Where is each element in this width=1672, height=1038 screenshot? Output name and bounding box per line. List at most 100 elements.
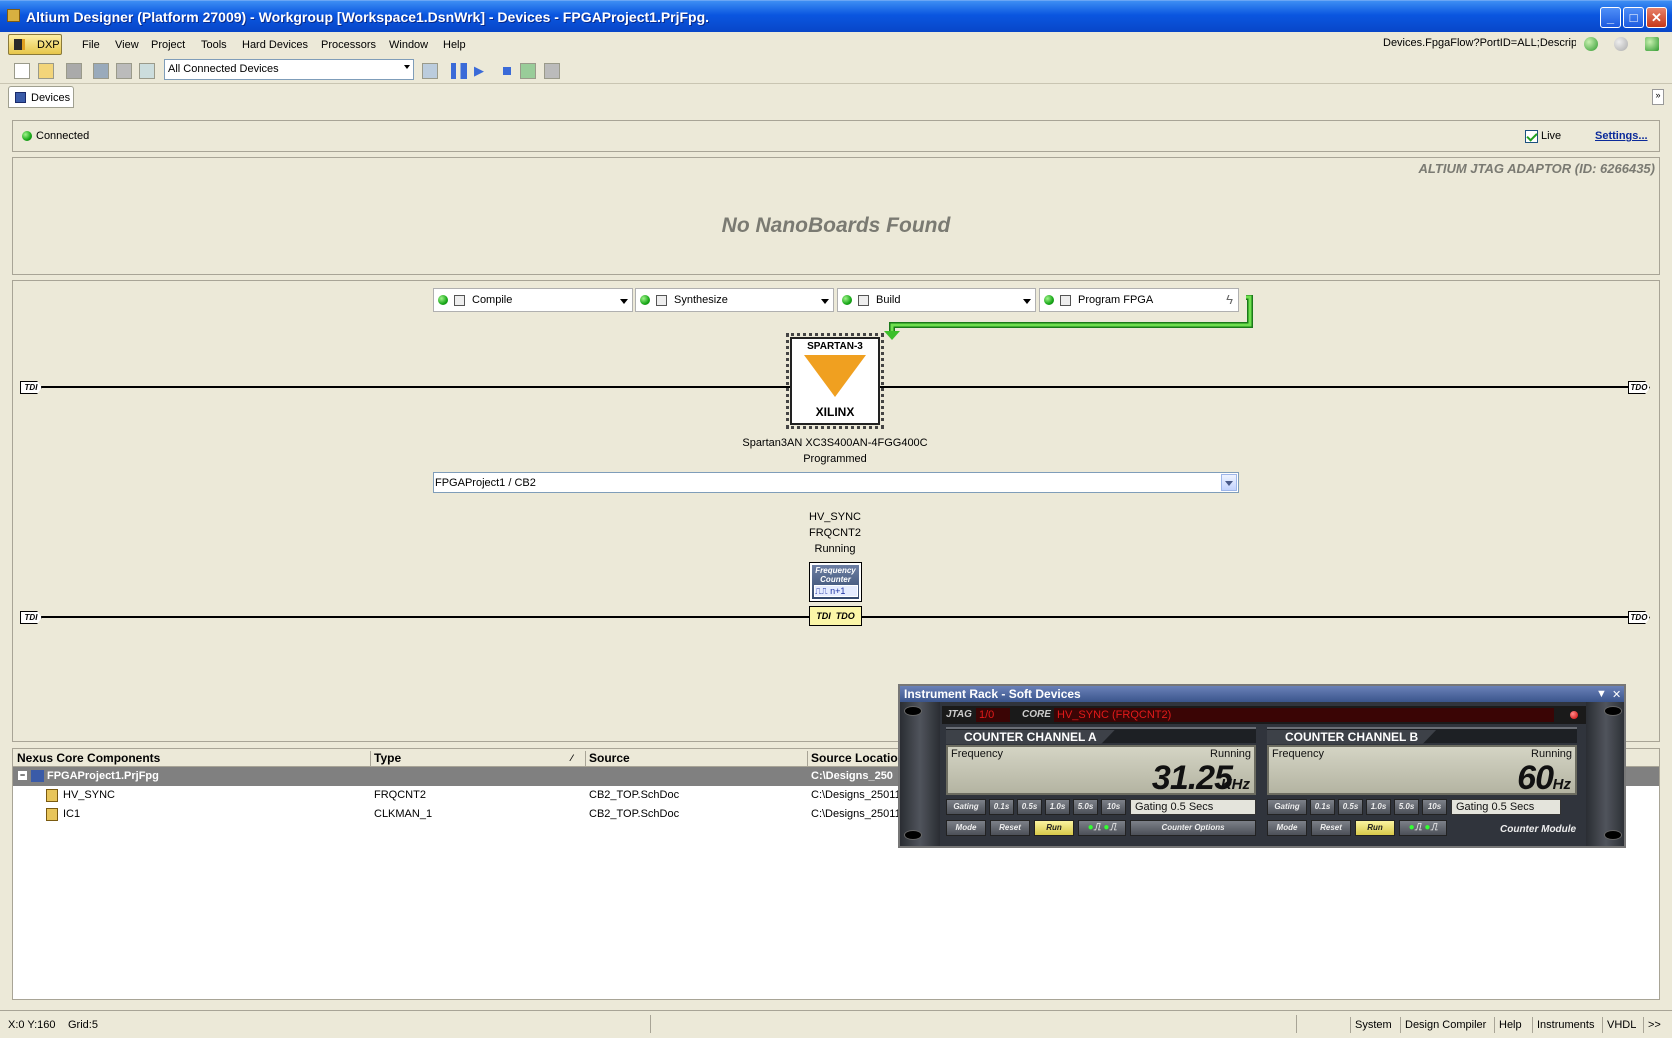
column-header-name[interactable]: Nexus Core Components <box>17 751 160 765</box>
row-location: C:\Designs_250 <box>811 770 893 782</box>
rack-close-icon[interactable]: ✕ <box>1612 688 1621 701</box>
chevron-down-icon[interactable] <box>1221 474 1237 491</box>
scan-icon[interactable] <box>116 63 132 79</box>
fpga-project-select[interactable]: FPGAProject1 / CB2 <box>433 472 1239 493</box>
settings-link[interactable]: Settings... <box>1595 130 1648 142</box>
channel-a-unit: KHz <box>1220 776 1250 793</box>
print-icon[interactable] <box>66 63 82 79</box>
gating-1-0s-button[interactable]: 1.0s <box>1366 799 1391 815</box>
panel-tab-help[interactable]: Help <box>1494 1017 1526 1033</box>
panel-tab-more[interactable]: >> <box>1643 1017 1665 1033</box>
chevron-down-icon[interactable] <box>620 299 628 304</box>
device-filter-select[interactable]: All Connected Devices <box>164 59 414 80</box>
live-checkbox[interactable] <box>1525 130 1538 143</box>
rack-ear-right <box>1586 702 1624 846</box>
panel-menu-button[interactable]: » <box>1652 89 1664 105</box>
settings-icon[interactable] <box>544 63 560 79</box>
menu-project[interactable]: Project <box>151 39 185 51</box>
download-icon[interactable] <box>520 63 536 79</box>
panel-tab-system[interactable]: System <box>1350 1017 1396 1033</box>
connection-panel: Connected Live Settings... <box>12 120 1660 152</box>
column-header-source[interactable]: Source <box>589 751 630 765</box>
gating-button[interactable]: Gating <box>946 799 986 815</box>
channel-b-unit: Hz <box>1552 776 1571 793</box>
chevron-down-icon <box>404 65 410 69</box>
stop-icon[interactable] <box>499 63 515 79</box>
menu-tools[interactable]: Tools <box>201 39 227 51</box>
refresh-icon[interactable] <box>93 63 109 79</box>
synthesize-button[interactable]: Synthesize <box>635 288 834 312</box>
counter-options-button[interactable]: Counter Options <box>1130 820 1256 836</box>
open-folder-icon[interactable] <box>38 63 54 79</box>
minimize-button[interactable]: _ <box>1600 7 1621 28</box>
filter-icon[interactable] <box>422 63 438 79</box>
back-icon[interactable] <box>1584 37 1598 51</box>
address-bar[interactable]: Devices.FpgaFlow?PortID=ALL;Descrip <box>1378 34 1576 54</box>
fpga-device[interactable]: SPARTAN-3 XILINX <box>786 333 884 429</box>
mode-button[interactable]: Mode <box>1267 820 1307 836</box>
panel-tab-design-compiler[interactable]: Design Compiler <box>1400 1017 1490 1033</box>
row-type: FRQCNT2 <box>374 789 426 801</box>
channel-a-gating-value: Gating 0.5 Secs <box>1130 799 1256 815</box>
menu-help[interactable]: Help <box>443 39 466 51</box>
instrument-rack: Instrument Rack - Soft Devices ▼ ✕ JTAG … <box>898 684 1626 848</box>
jtag-label: JTAG <box>946 709 972 720</box>
frequency-counter-device[interactable]: Frequency Counter ⎍⎍ n+1 <box>809 562 862 602</box>
favorites-icon[interactable] <box>1645 37 1659 51</box>
dxp-button[interactable]: DXP <box>8 34 62 55</box>
pause-icon[interactable] <box>451 63 467 79</box>
panel-tab-instruments[interactable]: Instruments <box>1532 1017 1598 1033</box>
maximize-button[interactable]: □ <box>1623 7 1644 28</box>
run-button[interactable]: Run <box>1034 820 1074 836</box>
nanoboard-panel: ALTIUM JTAG ADAPTOR (ID: 6266435) No Nan… <box>12 157 1660 275</box>
window-title: Altium Designer (Platform 27009) - Workg… <box>26 9 710 25</box>
reset-button[interactable]: Reset <box>1311 820 1351 836</box>
menu-file[interactable]: File <box>82 39 100 51</box>
edge-select-toggle[interactable]: ●⎍ ●⎍ <box>1399 820 1447 836</box>
gating-10s-button[interactable]: 10s <box>1101 799 1126 815</box>
gating-0-5s-button[interactable]: 0.5s <box>1017 799 1042 815</box>
search-icon[interactable] <box>139 63 155 79</box>
menu-view[interactable]: View <box>115 39 139 51</box>
close-button[interactable]: ✕ <box>1646 7 1667 28</box>
soft-device-type: FRQCNT2 <box>809 527 861 539</box>
column-header-type[interactable]: Type <box>374 751 401 765</box>
row-source: CB2_TOP.SchDoc <box>589 808 680 820</box>
column-header-location[interactable]: Source Location <box>811 751 905 765</box>
gating-5-0s-button[interactable]: 5.0s <box>1073 799 1098 815</box>
fpga-brand-bottom: XILINX <box>815 405 855 419</box>
run-button[interactable]: Run <box>1355 820 1395 836</box>
gating-10s-button[interactable]: 10s <box>1422 799 1447 815</box>
row-name: HV_SYNC <box>63 789 115 801</box>
synthesize-status-icon <box>640 295 650 305</box>
tab-devices[interactable]: Devices <box>8 86 74 108</box>
rack-ear-left <box>900 702 940 846</box>
gating-0-1s-button[interactable]: 0.1s <box>1310 799 1335 815</box>
compile-button[interactable]: Compile <box>433 288 633 312</box>
program-arrow-icon <box>884 295 1253 340</box>
menu-processors[interactable]: Processors <box>321 39 376 51</box>
row-location: C:\Designs_25011 <box>811 789 901 801</box>
collapse-icon[interactable]: − <box>18 771 27 780</box>
gating-0-5s-button[interactable]: 0.5s <box>1338 799 1363 815</box>
connected-status-icon <box>22 131 32 141</box>
row-name: IC1 <box>63 808 81 820</box>
gating-button[interactable]: Gating <box>1267 799 1307 815</box>
new-document-icon[interactable] <box>14 63 30 79</box>
reset-button[interactable]: Reset <box>990 820 1030 836</box>
menu-window[interactable]: Window <box>389 39 428 51</box>
rack-menu-icon[interactable]: ▼ <box>1596 688 1607 700</box>
panel-tab-vhdl[interactable]: VHDL <box>1602 1017 1640 1033</box>
gating-5-0s-button[interactable]: 5.0s <box>1394 799 1419 815</box>
gating-1-0s-button[interactable]: 1.0s <box>1045 799 1070 815</box>
status-led-icon <box>1570 711 1578 719</box>
edge-select-toggle[interactable]: ●⎍ ●⎍ <box>1078 820 1126 836</box>
forward-icon[interactable] <box>1614 37 1628 51</box>
step-icon[interactable]: ▶ <box>474 63 490 79</box>
synthesize-icon <box>656 295 667 306</box>
chevron-down-icon[interactable] <box>821 299 829 304</box>
gating-0-1s-button[interactable]: 0.1s <box>989 799 1014 815</box>
instrument-rack-title[interactable]: Instrument Rack - Soft Devices <box>900 686 1624 702</box>
menu-hard-devices[interactable]: Hard Devices <box>242 39 308 51</box>
mode-button[interactable]: Mode <box>946 820 986 836</box>
